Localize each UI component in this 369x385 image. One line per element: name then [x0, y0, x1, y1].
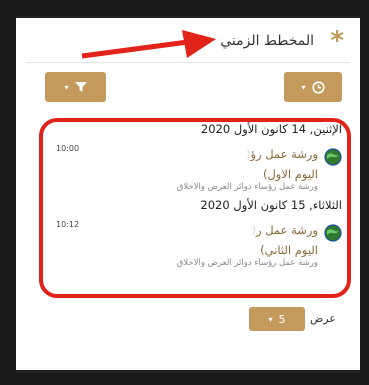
- annotation-arrow-icon: [81, 30, 216, 59]
- page-size-value: 5: [278, 312, 286, 326]
- top-border: [16, 16, 360, 18]
- header-divider: [26, 62, 350, 63]
- red-highlight-outline: [39, 118, 351, 298]
- page-size-dropdown[interactable]: ▾ 5: [249, 307, 305, 331]
- clock-icon: [311, 80, 325, 94]
- filter-dropdown-button[interactable]: ▾: [45, 72, 106, 102]
- asterisk-icon: *: [330, 26, 344, 56]
- timeline-block: * المخطط الزمني ▾ ▾ الإثنين, 14 كانون ال…: [16, 16, 360, 373]
- sort-date-dropdown-button[interactable]: ▾: [284, 72, 342, 102]
- filter-icon: [74, 82, 87, 92]
- chevron-down-icon: ▾: [301, 82, 306, 92]
- block-title: المخطط الزمني: [220, 33, 314, 49]
- chevron-down-icon: ▾: [64, 82, 69, 92]
- chevron-down-icon: ▾: [268, 314, 273, 324]
- show-count-label: عرض: [310, 312, 336, 325]
- bottom-border: [16, 370, 360, 373]
